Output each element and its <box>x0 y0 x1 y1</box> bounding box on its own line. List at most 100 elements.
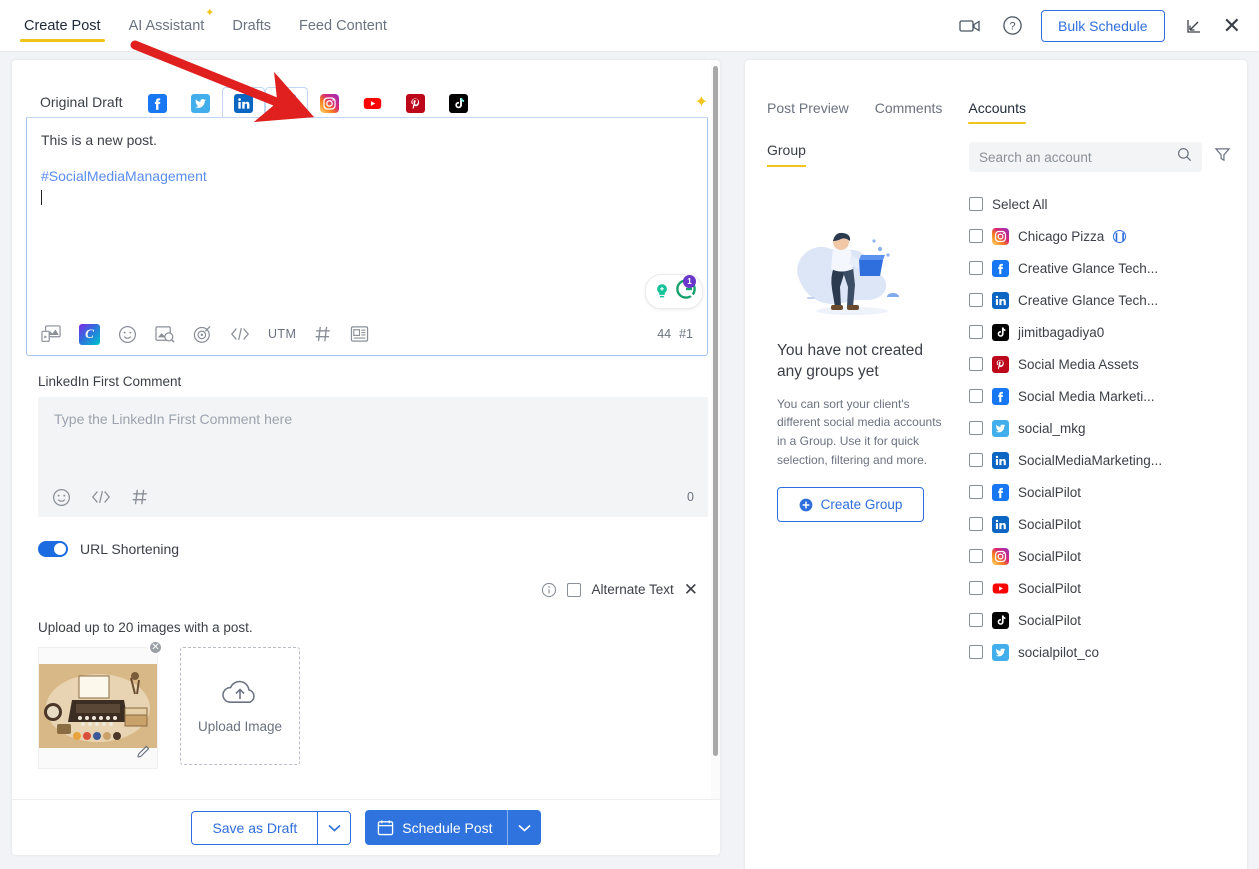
ai-sparkle-icon[interactable]: ✦ <box>695 92 708 118</box>
close-icon[interactable]: ✕ <box>684 581 698 598</box>
post-composer-text[interactable]: This is a new post. #SocialMediaManageme… <box>27 118 707 207</box>
info-icon[interactable] <box>541 582 557 598</box>
calendar-icon <box>378 820 394 836</box>
nav-tab-feed-content[interactable]: Feed Content <box>285 0 401 52</box>
emoji-icon[interactable] <box>52 488 71 507</box>
account-row[interactable]: social_mkg <box>969 412 1231 444</box>
account-row[interactable]: SocialPilot <box>969 604 1231 636</box>
network-tab-tiktok[interactable] <box>437 88 480 118</box>
editor-scrollbar[interactable] <box>711 60 720 800</box>
select-all-checkbox[interactable] <box>969 197 983 211</box>
nav-tab-label: AI Assistant <box>128 17 205 34</box>
grammarly-widget[interactable]: 1 <box>645 274 703 309</box>
select-all-row[interactable]: Select All <box>969 188 1231 220</box>
typewriter-illustration <box>39 664 157 748</box>
close-icon[interactable]: ✕ <box>1223 14 1241 37</box>
media-library-icon[interactable] <box>41 324 61 344</box>
plus-circle-icon <box>799 498 812 512</box>
search-icon[interactable] <box>1177 147 1192 167</box>
network-tab-youtube[interactable] <box>351 88 394 118</box>
account-checkbox[interactable] <box>969 453 983 467</box>
account-checkbox[interactable] <box>969 325 983 339</box>
account-checkbox[interactable] <box>969 613 983 627</box>
account-checkbox[interactable] <box>969 389 983 403</box>
save-as-draft-button[interactable]: Save as Draft <box>191 810 318 845</box>
article-icon[interactable] <box>350 325 369 343</box>
account-checkbox[interactable] <box>969 581 983 595</box>
cloud-upload-icon <box>222 680 255 703</box>
save-as-draft-caret[interactable] <box>317 810 352 845</box>
tab-post-preview[interactable]: Post Preview <box>767 100 849 124</box>
editor-scrollbar-thumb[interactable] <box>713 66 718 756</box>
utm-icon[interactable]: UTM <box>268 327 296 341</box>
search-input[interactable]: Search an account <box>969 142 1202 172</box>
hashtag-icon[interactable] <box>131 488 149 506</box>
first-comment-box[interactable]: Type the LinkedIn First Comment here 0 <box>38 397 708 517</box>
right-panel-tabs: Post Preview Comments Accounts <box>745 60 1247 124</box>
bulk-schedule-button[interactable]: Bulk Schedule <box>1041 9 1165 42</box>
canva-icon[interactable]: C <box>79 323 100 345</box>
account-row[interactable]: SocialPilot <box>969 476 1231 508</box>
account-row[interactable]: SocialPilot <box>969 572 1231 604</box>
schedule-post-caret[interactable] <box>506 810 541 845</box>
youtube-icon <box>363 93 383 113</box>
account-checkbox[interactable] <box>969 485 983 499</box>
account-row[interactable]: SocialPilot <box>969 540 1231 572</box>
account-checkbox[interactable] <box>969 517 983 531</box>
account-row[interactable]: Social Media Marketi... <box>969 380 1231 412</box>
account-row[interactable]: jimitbagadiya0 <box>969 316 1231 348</box>
account-row[interactable]: Chicago Pizza ❙❙ <box>969 220 1231 252</box>
pencil-edit-icon[interactable] <box>136 744 151 764</box>
account-checkbox[interactable] <box>969 293 983 307</box>
account-row[interactable]: Creative Glance Tech... <box>969 252 1231 284</box>
network-tab-google-business[interactable]: G <box>265 87 309 119</box>
post-composer[interactable]: This is a new post. #SocialMediaManageme… <box>26 118 708 356</box>
network-tab-instagram[interactable] <box>308 88 351 118</box>
tab-comments[interactable]: Comments <box>875 100 943 124</box>
create-group-button[interactable]: Create Group <box>777 487 924 523</box>
account-checkbox[interactable] <box>969 229 983 243</box>
url-shortening-toggle[interactable] <box>38 541 68 557</box>
account-checkbox[interactable] <box>969 421 983 435</box>
tab-accounts[interactable]: Accounts <box>968 100 1026 124</box>
account-name: Creative Glance Tech... <box>1018 260 1159 276</box>
upload-image-dropzone[interactable]: Upload Image <box>180 647 300 765</box>
filter-funnel-icon[interactable] <box>1214 146 1231 168</box>
nav-tab-ai-assistant[interactable]: AI Assistant ✦ <box>115 0 219 52</box>
network-tab-pinterest[interactable] <box>394 88 437 118</box>
video-camera-icon[interactable] <box>957 13 983 39</box>
target-icon[interactable] <box>193 325 212 344</box>
tab-group[interactable]: Group <box>767 142 806 167</box>
account-checkbox[interactable] <box>969 645 983 659</box>
account-row[interactable]: Creative Glance Tech... <box>969 284 1231 316</box>
tab-original-draft-label: Original Draft <box>40 94 123 110</box>
nav-tab-drafts[interactable]: Drafts <box>218 0 285 52</box>
account-checkbox[interactable] <box>969 549 983 563</box>
hashtag-icon[interactable] <box>314 325 332 343</box>
linkedin-icon <box>992 291 1009 309</box>
help-question-icon[interactable]: ? <box>999 13 1025 39</box>
network-tab-facebook[interactable] <box>136 88 179 118</box>
code-icon[interactable] <box>91 489 111 505</box>
network-tab-linkedin[interactable] <box>222 87 266 119</box>
nav-tab-create-post[interactable]: Create Post <box>10 0 115 52</box>
account-name: Chicago Pizza <box>1018 228 1105 244</box>
account-checkbox[interactable] <box>969 357 983 371</box>
network-tab-twitter[interactable] <box>179 88 222 118</box>
code-icon[interactable] <box>230 326 250 342</box>
minimize-icon[interactable] <box>1181 13 1207 39</box>
account-row[interactable]: SocialMediaMarketing... <box>969 444 1231 476</box>
alternate-text-checkbox[interactable] <box>567 582 582 597</box>
image-search-icon[interactable] <box>155 325 175 344</box>
linkedin-icon <box>992 451 1009 469</box>
first-comment-input[interactable]: Type the LinkedIn First Comment here <box>38 397 708 441</box>
account-row[interactable]: SocialPilot <box>969 508 1231 540</box>
account-row[interactable]: socialpilot_co <box>969 636 1231 668</box>
tab-original-draft[interactable]: Original Draft <box>26 94 137 119</box>
account-checkbox[interactable] <box>969 261 983 275</box>
account-row[interactable]: Social Media Assets <box>969 348 1231 380</box>
emoji-icon[interactable] <box>118 325 137 344</box>
remove-icon[interactable]: ✕ <box>148 640 163 655</box>
uploaded-image-card[interactable]: ✕ <box>38 640 163 769</box>
schedule-post-button[interactable]: Schedule Post <box>365 810 507 845</box>
